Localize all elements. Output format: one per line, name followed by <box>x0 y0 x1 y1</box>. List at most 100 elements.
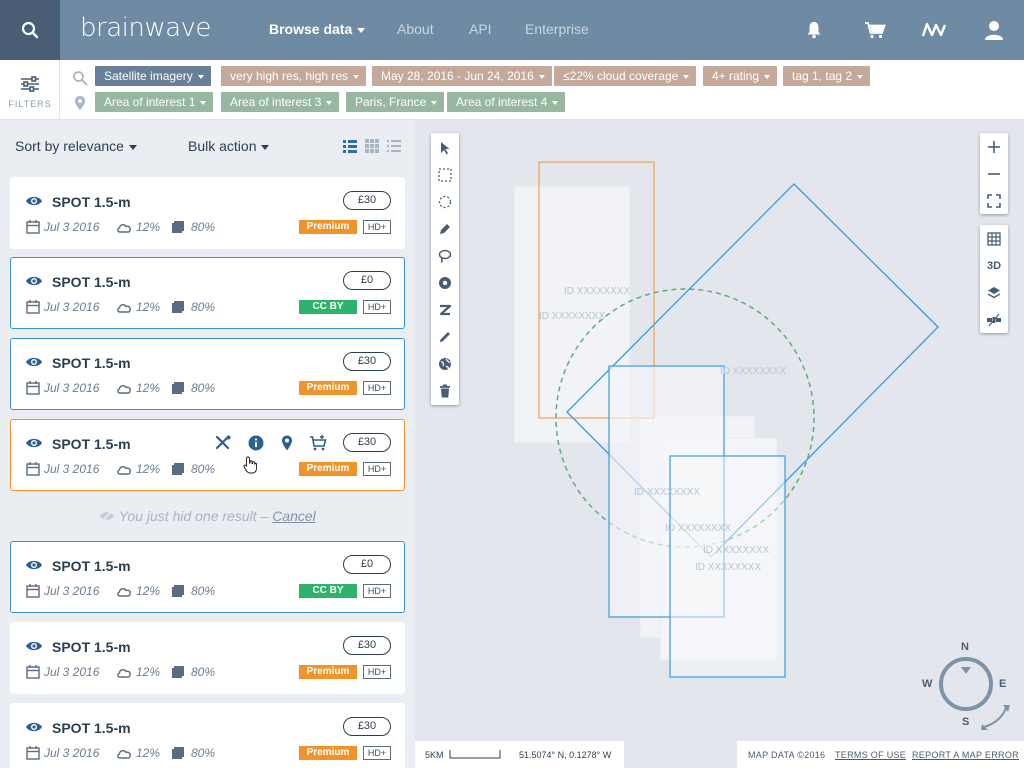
filter-chip-rating[interactable]: 4+ rating <box>703 66 778 86</box>
3d-toggle-button[interactable]: 3D <box>980 252 1008 279</box>
lasso-tool[interactable] <box>431 242 459 269</box>
filter-chip-area-3[interactable]: Area of interest 3 <box>221 92 340 112</box>
zoom-out-button[interactable] <box>980 160 1008 187</box>
acquisition-date: Jul 3 2016 <box>44 220 100 234</box>
price-button[interactable]: £30 <box>343 191 391 210</box>
compass-south: S <box>962 716 969 728</box>
coverage-icon <box>172 301 184 313</box>
filter-chip-tags[interactable]: tag 1, tag 2 <box>783 66 871 86</box>
filter-chip-area-4[interactable]: Area of interest 4 <box>447 92 566 112</box>
calendar-icon <box>26 665 40 679</box>
license-badge: Premium <box>299 665 357 679</box>
sort-label: Sort by relevance <box>15 138 124 154</box>
result-card[interactable]: SPOT 1.5-m £0 Jul 3 2016 12% 80% CC BY HD+ <box>10 257 405 329</box>
price-button[interactable]: £30 <box>343 717 391 736</box>
terms-of-use-link[interactable]: TERMS OF USE <box>835 750 906 760</box>
nav-browse-data[interactable]: Browse data <box>269 21 366 37</box>
brainwave-apps-button[interactable] <box>921 18 947 42</box>
price-button[interactable]: £0 <box>343 271 391 290</box>
filter-chip-resolution[interactable]: very high res, high res <box>221 66 367 86</box>
list-view-icon[interactable] <box>387 139 401 153</box>
cloud-icon <box>117 669 131 678</box>
pen-tool[interactable] <box>431 215 459 242</box>
cloud-icon <box>117 750 131 759</box>
compass-ring <box>939 657 993 711</box>
price-button[interactable]: £0 <box>343 555 391 574</box>
compass[interactable]: N S E W <box>920 640 1016 736</box>
eye-icon[interactable] <box>25 355 43 369</box>
price-button[interactable]: £30 <box>343 636 391 655</box>
circle-select-tool[interactable] <box>431 188 459 215</box>
result-card[interactable]: SPOT 1.5-m £30 Jul 3 2016 12% 80% Premium HD+ <box>10 177 405 249</box>
result-card[interactable]: SPOT 1.5-m £30 Jul 3 2016 12% 80% Premium HD+ <box>10 622 405 694</box>
cloud-coverage: 12% <box>136 584 161 598</box>
filters-label: FILTERS <box>8 99 52 109</box>
cart-button[interactable] <box>862 18 888 42</box>
path-tool[interactable] <box>431 296 459 323</box>
eye-icon[interactable] <box>25 194 43 208</box>
sort-dropdown[interactable]: Sort by relevance <box>15 138 137 154</box>
area-coverage: 80% <box>191 381 216 395</box>
area-coverage: 80% <box>191 462 216 476</box>
rectangle-select-tool[interactable] <box>431 161 459 188</box>
footprint-label: ID XXXXXXXX <box>564 286 630 297</box>
eye-icon[interactable] <box>25 558 43 572</box>
filter-chip-cloud-coverage[interactable]: ≤22% cloud coverage <box>554 66 697 86</box>
layers-button[interactable] <box>980 279 1008 306</box>
scale-and-coordinates: 5KM 51.5074° N, 0.1278° W <box>415 741 624 768</box>
pen-icon <box>440 223 450 234</box>
bell-icon <box>807 22 821 39</box>
fullscreen-button[interactable] <box>980 187 1008 214</box>
result-card[interactable]: SPOT 1.5-m £30 Jul 3 2016 12% 80% Premium HD+ <box>10 419 405 491</box>
cancel-hide-link[interactable]: Cancel <box>272 508 316 524</box>
result-card[interactable]: SPOT 1.5-m £0 Jul 3 2016 12% 80% CC BY HD+ <box>10 541 405 613</box>
area-coverage: 80% <box>191 300 216 314</box>
filter-chip-data-type[interactable]: Satellite imagery <box>95 66 211 86</box>
result-card[interactable]: SPOT 1.5-m £30 Jul 3 2016 12% 80% Premium HD+ <box>10 338 405 410</box>
report-map-error-link[interactable]: REPORT A MAP ERROR <box>912 750 1019 760</box>
globe-tool[interactable] <box>431 350 459 377</box>
add-to-cart-icon[interactable] <box>309 434 327 452</box>
grid-view-icon[interactable] <box>365 139 379 153</box>
account-button[interactable] <box>981 18 1007 42</box>
search-button[interactable] <box>0 0 60 60</box>
coverage-icon <box>172 585 184 597</box>
select-tool[interactable] <box>431 134 459 161</box>
card-view-icon[interactable] <box>343 139 357 153</box>
eye-icon[interactable] <box>25 720 43 734</box>
nav-about[interactable]: About <box>397 21 434 37</box>
eye-icon[interactable] <box>25 436 43 450</box>
cursor-coordinates: 51.5074° N, 0.1278° W <box>519 750 612 760</box>
price-button[interactable]: £30 <box>343 433 391 452</box>
tools-icon[interactable] <box>214 434 232 452</box>
notifications-button[interactable] <box>801 18 827 42</box>
price-button[interactable]: £30 <box>343 352 391 371</box>
compass-east: E <box>999 678 1006 690</box>
zoom-in-button[interactable] <box>980 133 1008 160</box>
result-title: SPOT 1.5-m <box>52 355 131 371</box>
filter-chip-area-1[interactable]: Area of interest 1 <box>95 92 214 112</box>
grid-toggle-button[interactable] <box>980 225 1008 252</box>
nav-api[interactable]: API <box>469 21 492 37</box>
sliders-icon <box>21 76 39 92</box>
search-icon <box>21 21 39 39</box>
filters-toggle-button[interactable]: FILTERS <box>0 60 60 120</box>
filter-chip-paris[interactable]: Paris, France <box>346 92 445 112</box>
pencil-tool[interactable] <box>431 323 459 350</box>
bulk-action-dropdown[interactable]: Bulk action <box>188 138 270 154</box>
nav-enterprise[interactable]: Enterprise <box>525 21 589 37</box>
eye-icon[interactable] <box>25 639 43 653</box>
location-pin-icon[interactable] <box>278 434 296 452</box>
nav-browse-label: Browse data <box>269 21 353 37</box>
eye-icon[interactable] <box>25 274 43 288</box>
cloud-icon <box>117 466 131 475</box>
satellite-button[interactable] <box>980 306 1008 333</box>
point-tool[interactable] <box>431 269 459 296</box>
rotate-arrow-icon <box>983 707 1007 728</box>
delete-tool[interactable] <box>431 377 459 404</box>
quality-badge: HD+ <box>363 746 391 760</box>
result-card[interactable]: SPOT 1.5-m £30 Jul 3 2016 12% 80% Premium HD+ <box>10 703 405 768</box>
brand-logo[interactable]: brainwave <box>80 13 211 43</box>
info-icon[interactable] <box>247 434 265 452</box>
filter-chip-date-range[interactable]: May 28, 2016 - Jun 24, 2016 <box>372 66 552 86</box>
